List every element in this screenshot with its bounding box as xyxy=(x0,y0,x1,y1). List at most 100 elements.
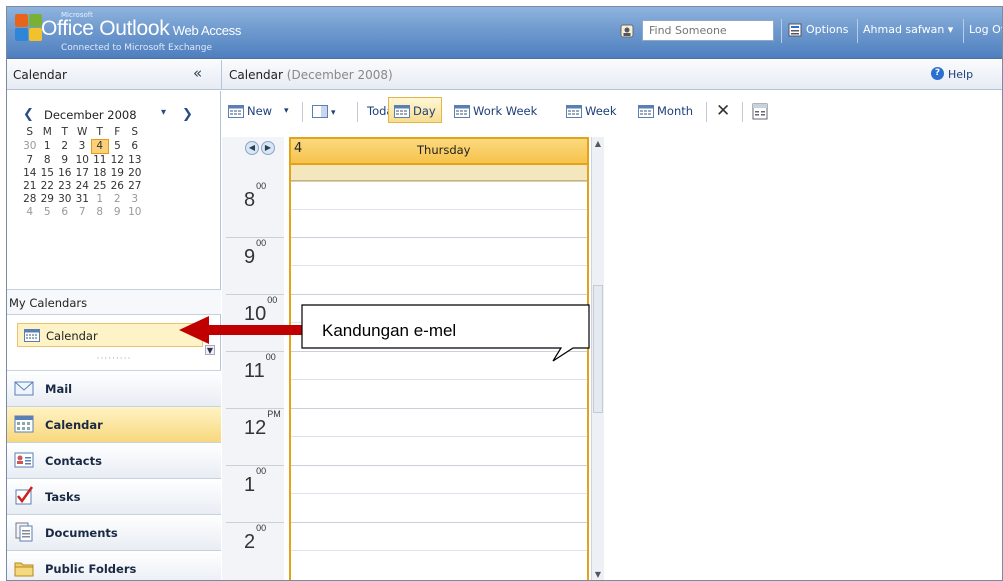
mini-day[interactable]: 25 xyxy=(91,180,109,193)
mini-day[interactable]: 9 xyxy=(109,206,127,219)
mini-day[interactable]: 4 xyxy=(21,206,39,219)
work-week-view-button[interactable]: Work Week xyxy=(454,100,537,122)
nav-public-folders[interactable]: Public Folders xyxy=(7,550,221,580)
nav-tasks[interactable]: Tasks xyxy=(7,478,221,514)
mini-day[interactable]: 14 xyxy=(21,167,39,180)
mini-day[interactable]: 16 xyxy=(56,167,74,180)
time-suffix: 00 xyxy=(256,181,267,192)
scroll-up-icon[interactable]: ▲ xyxy=(592,137,604,151)
mini-day[interactable]: 29 xyxy=(39,193,57,206)
time-column: ◀ ▶ 800 900 1000 1100 12PM 100 200 xyxy=(222,137,284,580)
next-month-icon[interactable]: ❯ xyxy=(182,107,193,122)
nav-tasks-label: Tasks xyxy=(45,490,81,504)
day-view-scrollbar[interactable]: ▲ ▼ xyxy=(591,137,604,580)
mini-day[interactable]: 22 xyxy=(39,180,57,193)
nav-documents[interactable]: Documents xyxy=(7,514,221,550)
time-hour: 2 xyxy=(244,531,256,553)
find-someone-input[interactable] xyxy=(642,20,774,41)
mini-day[interactable]: 2 xyxy=(109,193,127,206)
scroll-down-icon[interactable]: ▼ xyxy=(205,345,215,355)
product-name: Office Outlook Web Access xyxy=(41,17,241,41)
new-button[interactable]: New xyxy=(228,100,272,122)
web-access-label: Web Access xyxy=(169,23,242,38)
nav-mail[interactable]: Mail xyxy=(7,370,221,406)
week-view-label: Week xyxy=(585,104,617,118)
time-suffix: 00 xyxy=(256,238,267,249)
mini-day[interactable]: 20 xyxy=(126,167,144,180)
mini-day[interactable]: 11 xyxy=(91,154,109,168)
mini-day[interactable]: 21 xyxy=(21,180,39,193)
mini-day[interactable]: 1 xyxy=(91,193,109,206)
mini-day[interactable]: 12 xyxy=(109,154,127,168)
mini-day[interactable]: 18 xyxy=(91,167,109,180)
address-book-icon[interactable] xyxy=(620,24,634,38)
mini-day[interactable]: 19 xyxy=(109,167,127,180)
help-icon[interactable]: ? xyxy=(931,67,944,80)
mini-day[interactable]: 23 xyxy=(56,180,74,193)
week-view-button[interactable]: Week xyxy=(566,100,617,122)
day-name: Thursday xyxy=(417,143,471,157)
scroll-thumb[interactable] xyxy=(593,285,603,413)
slot-line xyxy=(291,408,587,409)
mini-day[interactable]: 31 xyxy=(74,193,92,206)
mini-day[interactable]: 5 xyxy=(109,140,127,154)
mini-day[interactable]: 30 xyxy=(56,193,74,206)
mini-day-selected[interactable]: 4 xyxy=(90,139,109,154)
print-icon[interactable] xyxy=(752,103,768,120)
mini-day[interactable]: 10 xyxy=(126,206,144,219)
mini-day[interactable]: 1 xyxy=(39,140,57,154)
next-day-icon[interactable]: ▶ xyxy=(261,141,275,155)
pane-resize-grip[interactable]: ········· xyxy=(7,355,221,369)
header-separator xyxy=(857,19,858,43)
mini-day[interactable]: 15 xyxy=(39,167,57,180)
mini-calendar-header: ❮ December 2008 ▾ ❯ xyxy=(7,107,221,125)
mini-day[interactable]: 3 xyxy=(126,193,144,206)
new-dropdown-icon[interactable]: ▾ xyxy=(284,100,289,122)
log-off-link[interactable]: Log Off xyxy=(969,23,1002,36)
time-label: 12PM xyxy=(244,409,281,440)
options-icon[interactable] xyxy=(788,23,802,37)
user-menu[interactable]: Ahmad safwan ▾ xyxy=(863,23,953,36)
calendar-icon xyxy=(24,329,40,342)
day-navigation: ◀ ▶ xyxy=(245,140,277,155)
day-header[interactable]: 4 Thursday xyxy=(289,137,589,165)
mini-day[interactable]: 7 xyxy=(74,206,92,219)
month-view-button[interactable]: Month xyxy=(638,100,693,122)
mini-day[interactable]: 3 xyxy=(74,140,92,154)
nav-calendar[interactable]: Calendar xyxy=(7,406,221,442)
mini-day[interactable]: 26 xyxy=(109,180,127,193)
scroll-down-icon[interactable]: ▼ xyxy=(592,568,604,580)
month-dropdown-icon[interactable]: ▾ xyxy=(161,107,166,118)
previous-day-icon[interactable]: ◀ xyxy=(245,141,259,155)
mini-day[interactable]: 5 xyxy=(39,206,57,219)
options-link[interactable]: Options xyxy=(806,23,848,36)
mini-day[interactable]: 8 xyxy=(39,154,57,168)
slot-line xyxy=(291,465,587,466)
tasks-icon xyxy=(15,486,34,505)
mini-day[interactable]: 28 xyxy=(21,193,39,206)
nav-contacts[interactable]: Contacts xyxy=(7,442,221,478)
slot-line xyxy=(291,181,587,182)
previous-month-icon[interactable]: ❮ xyxy=(23,107,34,122)
mini-day[interactable]: 17 xyxy=(74,167,92,180)
view-layout-button[interactable]: ▾ xyxy=(312,100,336,122)
mini-day[interactable]: 30 xyxy=(21,140,39,154)
mini-day[interactable]: 6 xyxy=(126,140,144,154)
mini-day[interactable]: 7 xyxy=(21,154,39,168)
mini-day[interactable]: 6 xyxy=(56,206,74,219)
mini-day[interactable]: 10 xyxy=(74,154,92,168)
mini-day[interactable]: 9 xyxy=(56,154,74,168)
hour-line xyxy=(226,465,284,466)
delete-icon[interactable]: ✕ xyxy=(716,100,730,122)
mini-day[interactable]: 8 xyxy=(91,206,109,219)
my-calendar-item[interactable]: Calendar xyxy=(17,323,203,347)
day-view-button[interactable]: Day xyxy=(394,100,436,122)
help-link[interactable]: Help xyxy=(948,68,973,81)
collapse-pane-icon[interactable]: « xyxy=(193,64,202,82)
all-day-row[interactable] xyxy=(291,165,587,181)
mini-day[interactable]: 27 xyxy=(126,180,144,193)
nav-contacts-label: Contacts xyxy=(45,454,102,468)
mini-day[interactable]: 24 xyxy=(74,180,92,193)
mini-day[interactable]: 2 xyxy=(56,140,74,154)
mini-day[interactable]: 13 xyxy=(126,154,144,168)
